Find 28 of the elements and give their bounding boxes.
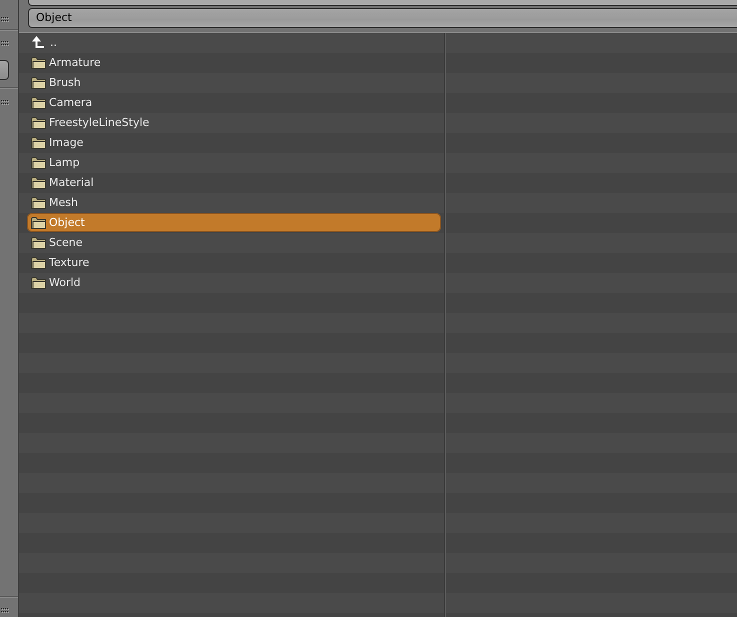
file-item[interactable]: Camera — [27, 93, 441, 112]
tool-button[interactable] — [0, 60, 9, 80]
folder-icon — [31, 76, 46, 89]
folder-icon — [31, 136, 46, 149]
up-arrow-icon — [32, 36, 44, 49]
folder-icon — [31, 256, 46, 269]
folder-icon — [31, 276, 46, 289]
file-item[interactable]: Texture — [27, 253, 441, 272]
file-item[interactable]: Lamp — [27, 153, 441, 172]
folder-icon — [31, 196, 46, 209]
folder-icon — [31, 56, 46, 69]
file-item[interactable]: Brush — [27, 73, 441, 92]
file-item[interactable]: World — [27, 273, 441, 292]
folder-icon — [31, 116, 46, 129]
file-item[interactable]: Mesh — [27, 193, 441, 212]
folder-icon — [31, 96, 46, 109]
path-field[interactable]: Object — [28, 8, 737, 28]
folder-icon — [31, 216, 46, 229]
file-item[interactable]: Scene — [27, 233, 441, 252]
file-item[interactable]: Material — [27, 173, 441, 192]
folder-icon — [31, 236, 46, 249]
text-field[interactable] — [28, 0, 737, 6]
folder-icon — [31, 176, 46, 189]
folder-icon — [31, 156, 46, 169]
file-item[interactable]: .. — [27, 33, 441, 52]
file-item[interactable]: Image — [27, 133, 441, 152]
file-item[interactable]: Armature — [27, 53, 441, 72]
file-item[interactable]: FreestyleLineStyle — [27, 113, 441, 132]
